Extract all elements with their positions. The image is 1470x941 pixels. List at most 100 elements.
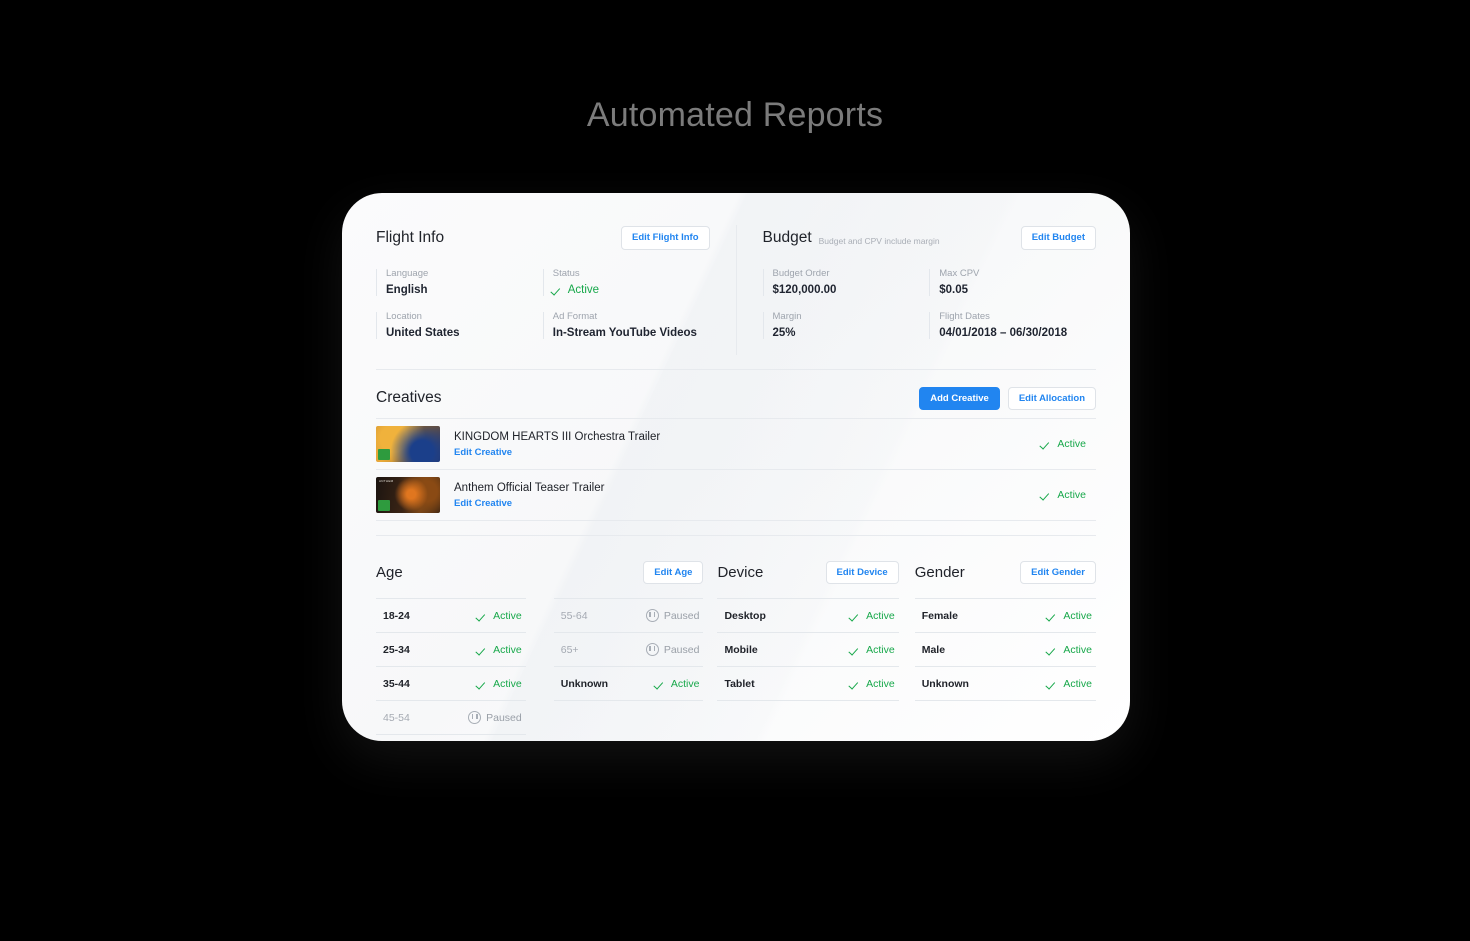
check-icon [478,611,488,621]
creative-row[interactable]: ANTHEM Anthem Official Teaser Trailer Ed… [376,469,1096,522]
edit-gender-button[interactable]: Edit Gender [1020,560,1096,585]
creatives-section: Creatives Add Creative Edit Allocation K… [342,378,1130,522]
option-status: Active [1048,644,1092,656]
creative-status: Active [1042,438,1096,450]
age-row[interactable]: 35-44 Active [376,666,526,700]
edit-age-button[interactable]: Edit Age [643,560,704,585]
edit-budget-button[interactable]: Edit Budget [1020,226,1096,250]
option-label: Desktop [724,609,766,622]
section-divider [376,535,1096,537]
option-label: 65+ [560,643,579,656]
budget-panel: Budget Budget and CPV include margin Edi… [735,225,1096,356]
edit-device-button[interactable]: Edit Device [825,560,899,585]
field-label: Margin [772,311,802,323]
status-text: Paused [663,609,700,622]
status-text: Active [1063,643,1092,656]
option-status: Paused [645,643,700,657]
status-text: Active [866,677,895,690]
field-label: Flight Dates [939,311,990,323]
creative-row[interactable]: KINGDOM HEARTS III Orchestra Trailer Edi… [376,418,1096,469]
device-row[interactable]: Tablet Active [717,666,899,702]
pause-icon [468,711,482,725]
check-icon [851,611,861,621]
status-text: Active [567,283,600,296]
device-row[interactable]: Mobile Active [717,632,899,666]
status-text: Active [866,643,895,656]
field-label: Ad Format [552,311,598,323]
creatives-title: Creatives [376,389,442,407]
check-icon [656,679,666,689]
age-columns: 18-24 Active 25-34 Active 35-44 Active 4… [376,598,704,736]
edit-allocation-button[interactable]: Edit Allocation [1007,386,1096,411]
age-row[interactable]: 45-54 Paused [376,700,526,736]
gender-row[interactable]: Female Active [914,598,1096,632]
report-card: Flight Info Edit Flight Info Language En… [342,193,1130,741]
device-row[interactable]: Desktop Active [717,598,899,632]
device-rows: Desktop Active Mobile Active Tablet Acti… [717,598,899,702]
age-row[interactable]: Unknown Active [553,666,704,702]
xbox-badge-icon [378,500,390,512]
edit-flight-info-button[interactable]: Edit Flight Info [621,226,710,250]
field-budget-order: Budget Order $120,000.00 [762,268,930,297]
age-header: Age Edit Age [376,558,704,586]
targeting-sections: Age Edit Age 18-24 Active 25-34 Active 3… [342,558,1130,736]
field-location: Location United States [376,312,543,340]
gender-section: Gender Edit Gender Female Active Male Ac… [899,558,1096,735]
age-row[interactable]: 25-34 Active [376,632,526,666]
budget-header: Budget Budget and CPV include margin Edi… [762,225,1096,251]
status-text: Active [493,643,522,656]
check-icon [478,645,488,655]
status-text: Active [1057,438,1086,451]
age-row[interactable]: 55-64 Paused [553,598,704,632]
option-label: Male [921,643,946,656]
summary-panels: Flight Info Edit Flight Info Language En… [342,193,1130,356]
option-status: Active [1048,610,1092,622]
edit-creative-link[interactable]: Edit Creative [454,447,1042,458]
creative-meta: KINGDOM HEARTS III Orchestra Trailer Edi… [454,430,1042,458]
check-icon [1042,439,1052,449]
creative-thumbnail[interactable]: ANTHEM [376,477,440,514]
option-status: Active [478,644,522,656]
check-icon [1048,611,1058,621]
option-status: Active [851,678,895,690]
gender-row[interactable]: Male Active [914,632,1096,666]
status-text: Active [670,677,700,690]
option-label: 45-54 [383,711,410,724]
field-label: Budget Order [772,268,830,279]
check-icon [478,679,488,689]
status-text: Active [1057,489,1086,502]
check-icon [553,285,563,295]
status-text: Paused [663,643,700,656]
check-icon [1042,490,1052,500]
check-icon [851,645,861,655]
field-language: Language English [376,269,543,297]
age-row[interactable]: 18-24 Active [376,598,526,632]
age-row[interactable]: 65+ Paused [553,632,704,666]
field-label: Status [552,268,580,279]
creative-thumbnail[interactable] [376,426,440,463]
option-status: Active [478,610,522,622]
thumbnail-caption: ANTHEM [379,479,394,484]
field-ad-format: Ad Format In-Stream YouTube Videos [542,311,710,340]
device-header: Device Edit Device [717,558,899,586]
creative-meta: Anthem Official Teaser Trailer Edit Crea… [454,481,1042,509]
flight-info-fields: Language English Status Active Location … [376,269,710,355]
option-label: Unknown [560,677,608,690]
creative-status: Active [1042,489,1096,501]
gender-rows: Female Active Male Active Unknown Active [914,598,1096,702]
flight-info-header: Flight Info Edit Flight Info [376,225,710,251]
device-title: Device [717,563,764,581]
check-icon [1048,645,1058,655]
budget-title: Budget [762,229,812,246]
add-creative-button[interactable]: Add Creative [919,386,1000,411]
option-status: Active [851,644,895,656]
field-status: Status Active [542,268,710,297]
age-title: Age [376,563,403,581]
pause-icon [645,643,659,657]
option-label: 35-44 [383,677,410,690]
gender-row[interactable]: Unknown Active [914,666,1096,702]
field-value: $120,000.00 [772,283,837,296]
edit-creative-link[interactable]: Edit Creative [454,498,1042,509]
gender-title: Gender [914,563,965,581]
page-title: Automated Reports [586,96,884,134]
